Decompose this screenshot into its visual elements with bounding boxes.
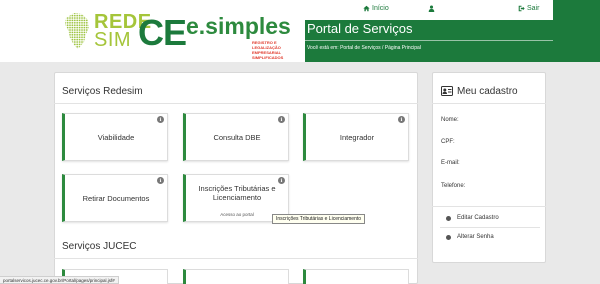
service-card-retirar-documentos[interactable]: Retirar Documentos i xyxy=(62,174,168,222)
service-card-label: Viabilidade xyxy=(97,132,135,142)
info-icon[interactable]: i xyxy=(157,116,164,123)
service-card-jucec[interactable] xyxy=(183,269,289,284)
info-icon[interactable]: i xyxy=(278,116,285,123)
browser-status-url: portalservicos.jucec.ce.gov.br/Portal/pa… xyxy=(0,276,119,284)
logout-link-label: Sair xyxy=(527,5,540,12)
id-card-icon xyxy=(441,86,453,96)
page-title: Portal de Serviços xyxy=(307,21,413,36)
service-card-label: Integrador xyxy=(339,132,375,142)
section-divider xyxy=(54,258,418,259)
profile-cpf-label: CPF: xyxy=(441,139,455,145)
tooltip: Inscrições Tributárias e Licenciamento xyxy=(272,214,366,224)
logout-icon xyxy=(518,5,525,12)
edit-profile-link[interactable]: Editar Cadastro xyxy=(446,215,499,221)
info-icon[interactable]: i xyxy=(398,116,405,123)
bullet-icon xyxy=(446,215,451,221)
esimples-logo: e.simples xyxy=(186,13,291,39)
home-icon xyxy=(363,5,370,12)
service-card-consulta-dbe[interactable]: Consulta DBE i xyxy=(183,113,289,161)
logout-link[interactable]: Sair xyxy=(518,5,539,12)
home-link[interactable]: Início xyxy=(363,5,389,12)
profile-phone-label: Telefone: xyxy=(441,183,466,189)
info-icon[interactable]: i xyxy=(278,177,285,184)
bullet-icon xyxy=(446,234,451,240)
user-menu[interactable] xyxy=(428,5,435,12)
logo-ce: CE xyxy=(138,12,187,53)
esimples-tagline: REGISTRO E LEGALIZAÇÃO EMPRESARIAL SIMPL… xyxy=(252,40,284,60)
ceara-map-icon xyxy=(65,13,89,49)
service-card-viabilidade[interactable]: Viabilidade i xyxy=(62,113,168,161)
profile-name-label: Nome: xyxy=(441,117,459,123)
service-card-label: Retirar Documentos xyxy=(82,193,150,203)
top-bar: Início Sair xyxy=(305,0,553,20)
service-card-integrador[interactable]: Integrador i xyxy=(303,113,409,161)
breadcrumb: Você está em: Portal de Serviços / Págin… xyxy=(307,45,421,51)
service-card-label: Consulta DBE xyxy=(213,132,261,142)
section-title-redesim: Serviços Redesim xyxy=(62,86,143,97)
title-underline xyxy=(305,40,553,41)
edit-profile-label: Editar Cadastro xyxy=(457,215,499,221)
profile-divider xyxy=(432,206,546,207)
info-icon[interactable]: i xyxy=(157,177,164,184)
section-divider xyxy=(54,103,418,104)
service-card-label: Inscrições Tributárias e Licenciamento xyxy=(198,184,276,202)
link-divider xyxy=(440,227,540,228)
service-card-jucec[interactable] xyxy=(303,269,409,284)
user-icon xyxy=(428,5,435,12)
change-password-link[interactable]: Alterar Senha xyxy=(446,234,494,240)
section-title-jucec: Serviços JUCEC xyxy=(62,241,137,252)
logo-sim: SIM xyxy=(94,29,132,51)
profile-email-label: E-mail: xyxy=(441,160,460,166)
home-link-label: Início xyxy=(372,5,389,12)
change-password-label: Alterar Senha xyxy=(457,234,494,240)
profile-divider xyxy=(432,103,546,104)
profile-title: Meu cadastro xyxy=(457,86,518,97)
